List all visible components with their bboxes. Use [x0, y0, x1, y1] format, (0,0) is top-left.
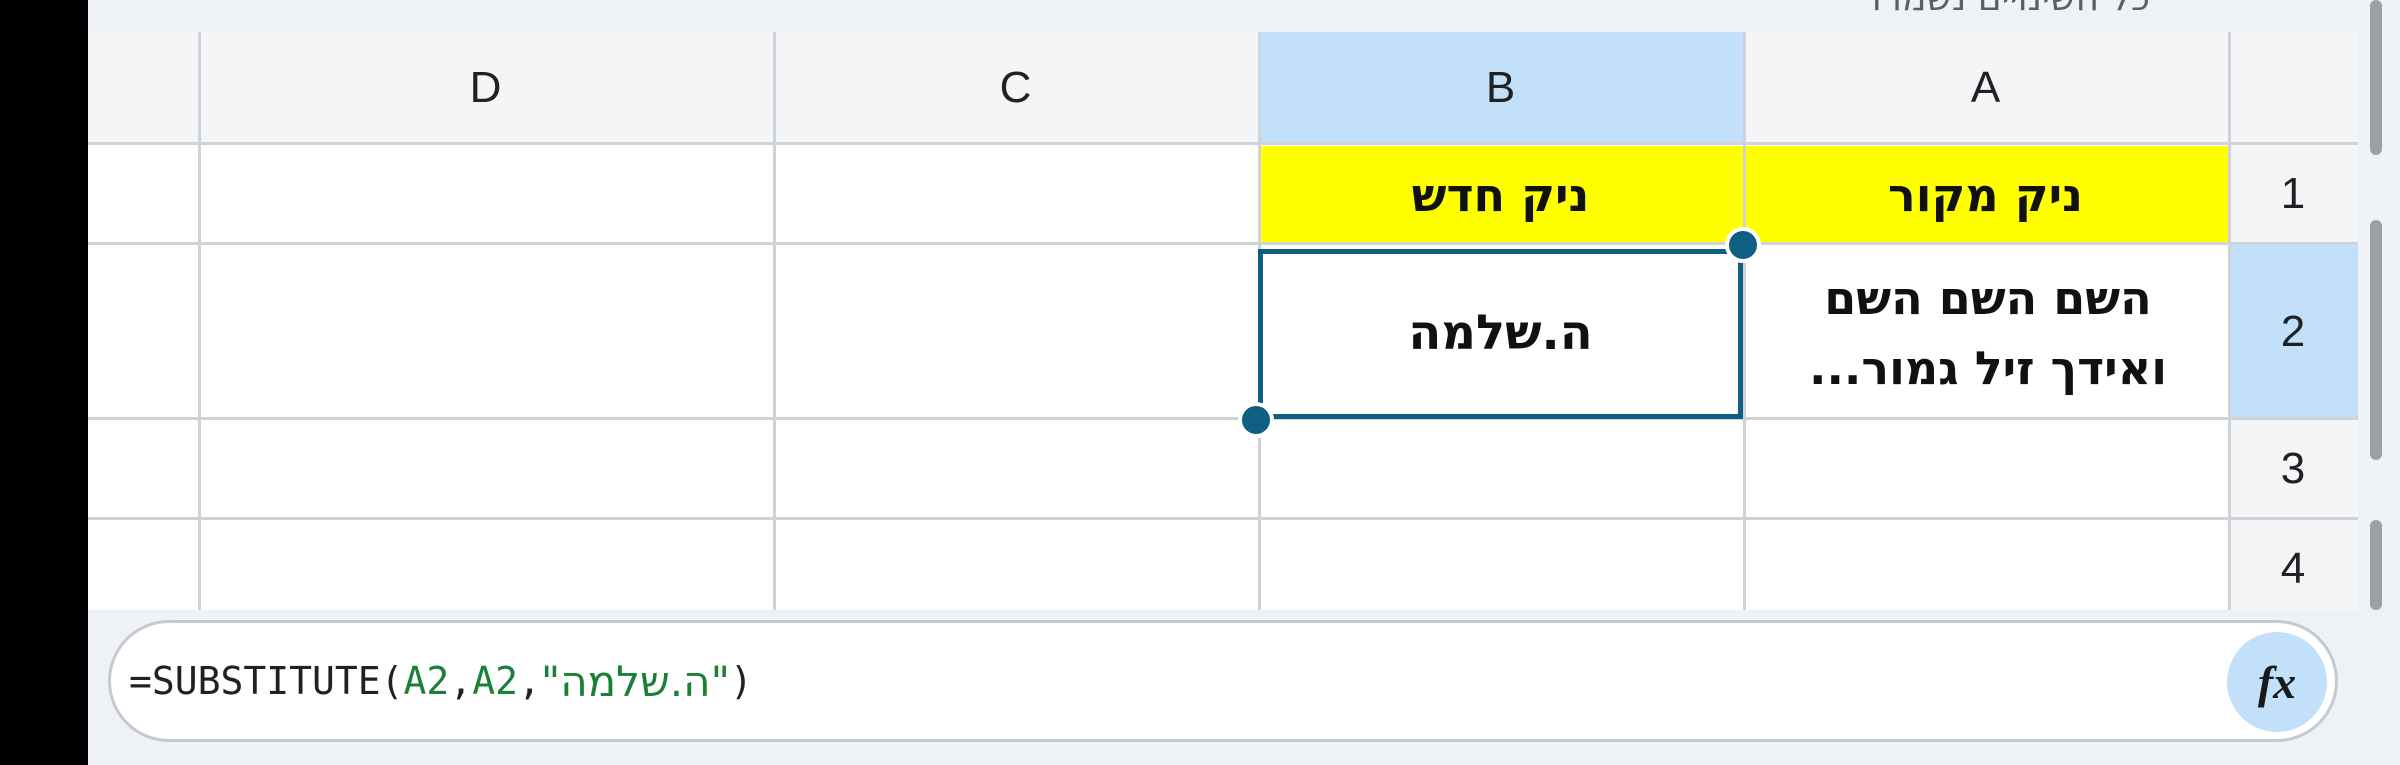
grid-line: [2228, 32, 2231, 610]
grid-line: [88, 417, 2358, 420]
column-header-partial[interactable]: [88, 32, 198, 144]
formula-separator: ,: [449, 659, 473, 703]
selection-handle-top-right[interactable]: [1725, 227, 1761, 263]
spreadsheet-app: כל השינויים נשמרו D C B A 1 2 3 4 ניק מק…: [88, 0, 2400, 765]
grid-line: [88, 242, 2358, 245]
cell-b1[interactable]: ניק חדש: [1258, 146, 1743, 244]
selection-handle-bottom-left[interactable]: [1238, 402, 1274, 438]
status-bar: כל השינויים נשמרו: [88, 0, 2400, 32]
row-header-1[interactable]: 1: [2228, 144, 2358, 244]
vertical-scrollbar-lower[interactable]: [2370, 520, 2382, 610]
formula-ref-a2: A2: [403, 659, 450, 703]
column-header-b[interactable]: B: [1258, 32, 1743, 144]
row-header-3[interactable]: 3: [2228, 419, 2358, 519]
formula-prefix: =SUBSTITUTE(: [129, 659, 404, 703]
grid-line: [1743, 32, 1746, 610]
fx-icon: fx: [2257, 656, 2297, 708]
vertical-scrollbar[interactable]: [2370, 220, 2382, 460]
formula-suffix: ): [729, 659, 753, 703]
formula-string-literal: "ה.שלמה": [540, 656, 730, 706]
cell-a1[interactable]: ניק מקור: [1743, 146, 2228, 244]
formula-ref-a2-second: A2: [472, 659, 518, 703]
spreadsheet-grid[interactable]: D C B A 1 2 3 4 ניק מקור ניק חדש השם השם…: [88, 32, 2358, 610]
cell-selection-box: [1258, 249, 1743, 419]
column-header-a[interactable]: A: [1743, 32, 2228, 144]
vertical-scrollbar-top[interactable]: [2370, 0, 2382, 155]
cell-a2[interactable]: השם השם השם ואידך זיל גמור...: [1768, 246, 2208, 419]
save-status-text: כל השינויים נשמרו: [1872, 0, 2150, 19]
grid-line: [198, 32, 201, 610]
column-header-c[interactable]: C: [773, 32, 1258, 144]
column-header-d[interactable]: D: [198, 32, 773, 144]
formula-input[interactable]: =SUBSTITUTE(A2, A2, "ה.שלמה"): [129, 623, 753, 739]
grid-line: [773, 32, 776, 610]
function-button[interactable]: fx: [2227, 632, 2327, 732]
row-header-4[interactable]: 4: [2228, 519, 2358, 610]
formula-separator-2: ,: [517, 659, 541, 703]
grid-line: [88, 142, 2358, 145]
row-header-2[interactable]: 2: [2228, 244, 2358, 419]
select-all-corner[interactable]: [2228, 32, 2358, 144]
grid-line: [88, 517, 2358, 520]
formula-bar[interactable]: =SUBSTITUTE(A2, A2, "ה.שלמה") fx: [108, 620, 2338, 742]
